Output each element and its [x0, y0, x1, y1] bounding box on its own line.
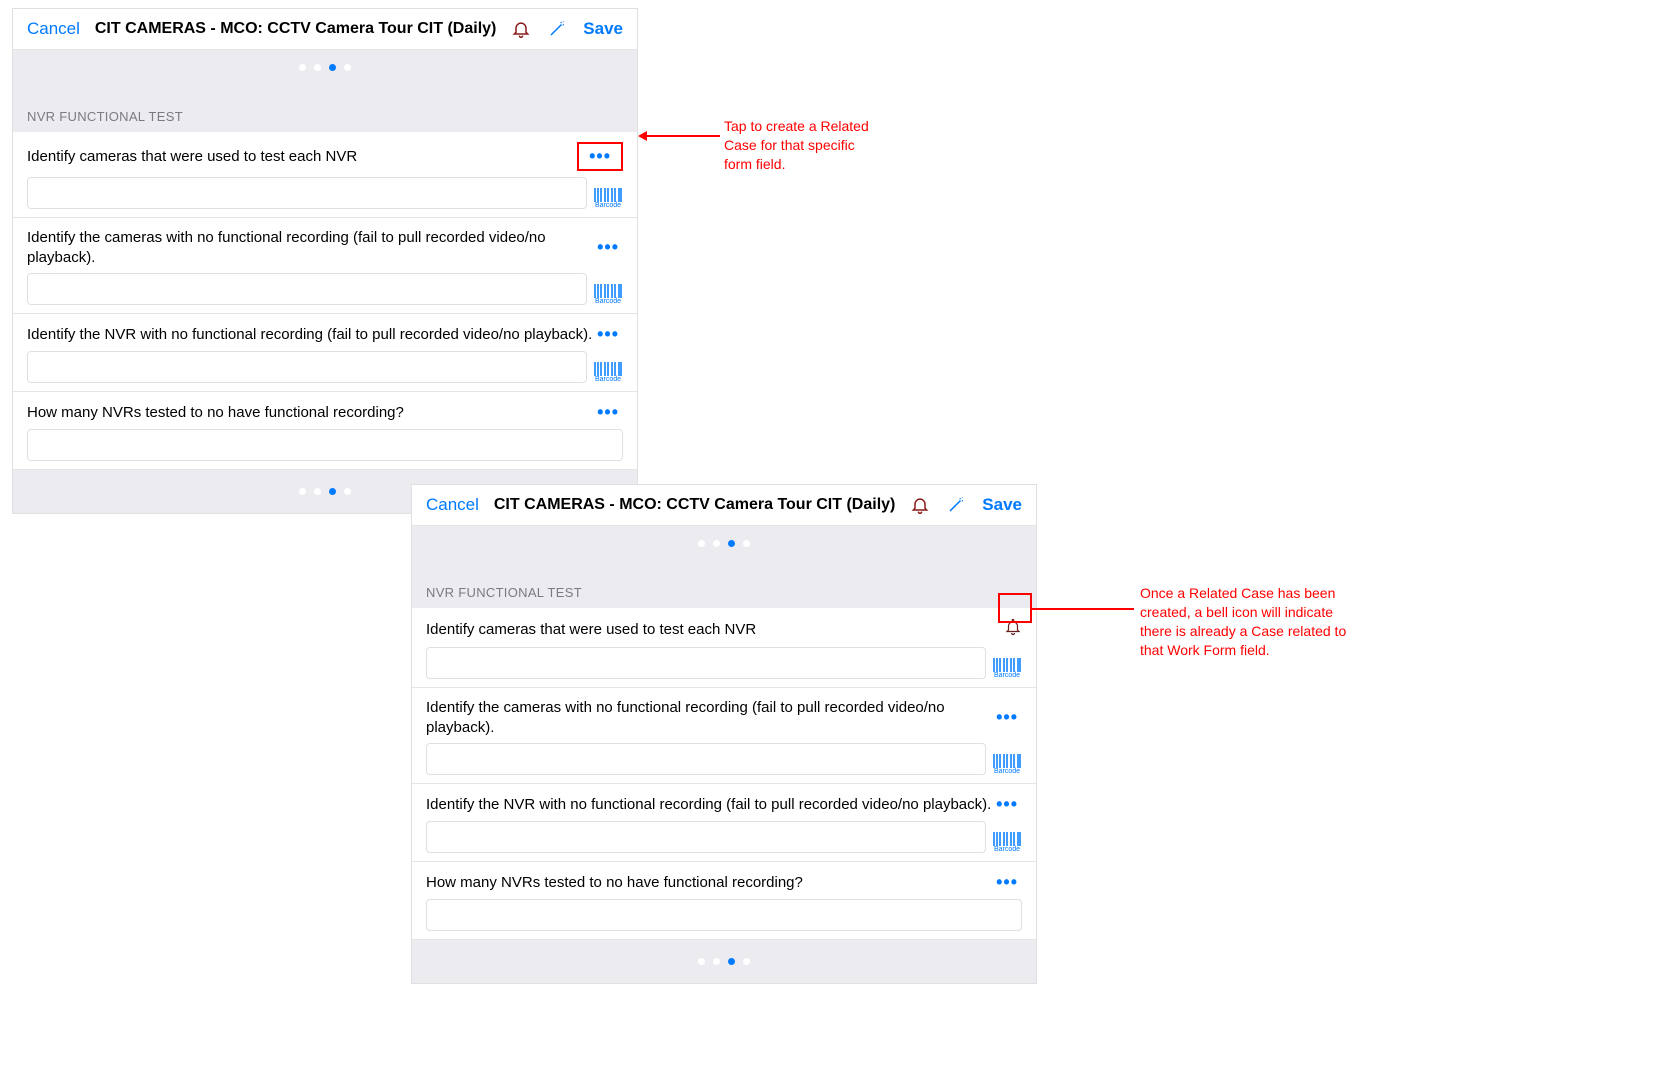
field-label: How many NVRs tested to no have function…: [27, 403, 593, 423]
barcode-icon[interactable]: Barcode: [593, 188, 623, 209]
form-field: How many NVRs tested to no have function…: [412, 862, 1036, 940]
form-field: Identify the cameras with no functional …: [13, 218, 637, 314]
dot: [299, 488, 306, 495]
form-panel-2: Cancel CIT CAMERAS - MCO: CCTV Camera To…: [411, 484, 1037, 984]
more-dots-icon[interactable]: •••: [593, 237, 623, 258]
dot: [299, 64, 306, 71]
text-input[interactable]: [426, 821, 986, 853]
header: Cancel CIT CAMERAS - MCO: CCTV Camera To…: [412, 485, 1036, 526]
section-header: NVR FUNCTIONAL TEST: [412, 561, 1036, 608]
field-label: Identify the cameras with no functional …: [426, 698, 992, 737]
text-input[interactable]: [27, 351, 587, 383]
section-header: NVR FUNCTIONAL TEST: [13, 85, 637, 132]
page-dots-top: [13, 50, 637, 85]
barcode-icon[interactable]: Barcode: [992, 754, 1022, 775]
field-label: Identify cameras that were used to test …: [426, 620, 1004, 640]
form-field: Identify the NVR with no functional reco…: [13, 314, 637, 392]
barcode-label: Barcode: [994, 672, 1020, 679]
field-label: Identify the NVR with no functional reco…: [27, 325, 593, 345]
field-label: Identify the cameras with no functional …: [27, 228, 593, 267]
form-field: Identify cameras that were used to test …: [412, 608, 1036, 688]
barcode-label: Barcode: [994, 846, 1020, 853]
form-field: Identify the NVR with no functional reco…: [412, 784, 1036, 862]
barcode-label: Barcode: [595, 202, 621, 209]
more-dots-icon[interactable]: •••: [585, 146, 615, 167]
bell-icon[interactable]: [511, 19, 531, 39]
field-label: Identify cameras that were used to test …: [27, 147, 577, 167]
page-title: CIT CAMERAS - MCO: CCTV Camera Tour CIT …: [80, 20, 511, 38]
form-field: Identify the cameras with no functional …: [412, 688, 1036, 784]
dot: [314, 488, 321, 495]
more-dots-icon[interactable]: •••: [593, 324, 623, 345]
arrow-line: [1032, 608, 1134, 610]
barcode-label: Barcode: [994, 768, 1020, 775]
dot: [713, 958, 720, 965]
text-input[interactable]: [426, 647, 986, 679]
header: Cancel CIT CAMERAS - MCO: CCTV Camera To…: [13, 9, 637, 50]
save-button[interactable]: Save: [982, 495, 1022, 515]
more-action-highlighted: •••: [577, 142, 623, 171]
dot: [314, 64, 321, 71]
dot: [344, 64, 351, 71]
text-input[interactable]: [27, 273, 587, 305]
form-panel-1: Cancel CIT CAMERAS - MCO: CCTV Camera To…: [12, 8, 638, 514]
dot: [698, 540, 705, 547]
more-dots-icon[interactable]: •••: [992, 794, 1022, 815]
barcode-icon[interactable]: Barcode: [992, 658, 1022, 679]
callout-text: Tap to create a Related Case for that sp…: [724, 117, 884, 174]
wand-icon[interactable]: [547, 19, 567, 39]
dot: [713, 540, 720, 547]
dot-active: [329, 64, 336, 71]
field-label: Identify the NVR with no functional reco…: [426, 795, 992, 815]
page-dots-bottom: [412, 940, 1036, 983]
more-dots-icon[interactable]: •••: [593, 402, 623, 423]
dot-active: [329, 488, 336, 495]
arrow-head-icon: [638, 131, 647, 141]
field-label: How many NVRs tested to no have function…: [426, 873, 992, 893]
dot: [344, 488, 351, 495]
text-input[interactable]: [426, 899, 1022, 931]
cancel-button[interactable]: Cancel: [426, 495, 479, 515]
save-button[interactable]: Save: [583, 19, 623, 39]
wand-icon[interactable]: [946, 495, 966, 515]
barcode-icon[interactable]: Barcode: [992, 832, 1022, 853]
form-field: Identify cameras that were used to test …: [13, 132, 637, 218]
barcode-icon[interactable]: Barcode: [593, 284, 623, 305]
more-dots-icon[interactable]: •••: [992, 872, 1022, 893]
dot-active: [728, 958, 735, 965]
dot: [698, 958, 705, 965]
dot: [743, 958, 750, 965]
arrow-line: [642, 135, 720, 137]
dot: [743, 540, 750, 547]
barcode-label: Barcode: [595, 376, 621, 383]
barcode-label: Barcode: [595, 298, 621, 305]
page-dots-top: [412, 526, 1036, 561]
text-input[interactable]: [27, 429, 623, 461]
cancel-button[interactable]: Cancel: [27, 19, 80, 39]
callout-text: Once a Related Case has been created, a …: [1140, 584, 1360, 660]
more-dots-icon[interactable]: •••: [992, 707, 1022, 728]
form-field: How many NVRs tested to no have function…: [13, 392, 637, 470]
dot-active: [728, 540, 735, 547]
text-input[interactable]: [27, 177, 587, 209]
barcode-icon[interactable]: Barcode: [593, 362, 623, 383]
highlight-box: [998, 593, 1032, 623]
text-input[interactable]: [426, 743, 986, 775]
bell-icon[interactable]: [910, 495, 930, 515]
page-title: CIT CAMERAS - MCO: CCTV Camera Tour CIT …: [479, 496, 910, 514]
